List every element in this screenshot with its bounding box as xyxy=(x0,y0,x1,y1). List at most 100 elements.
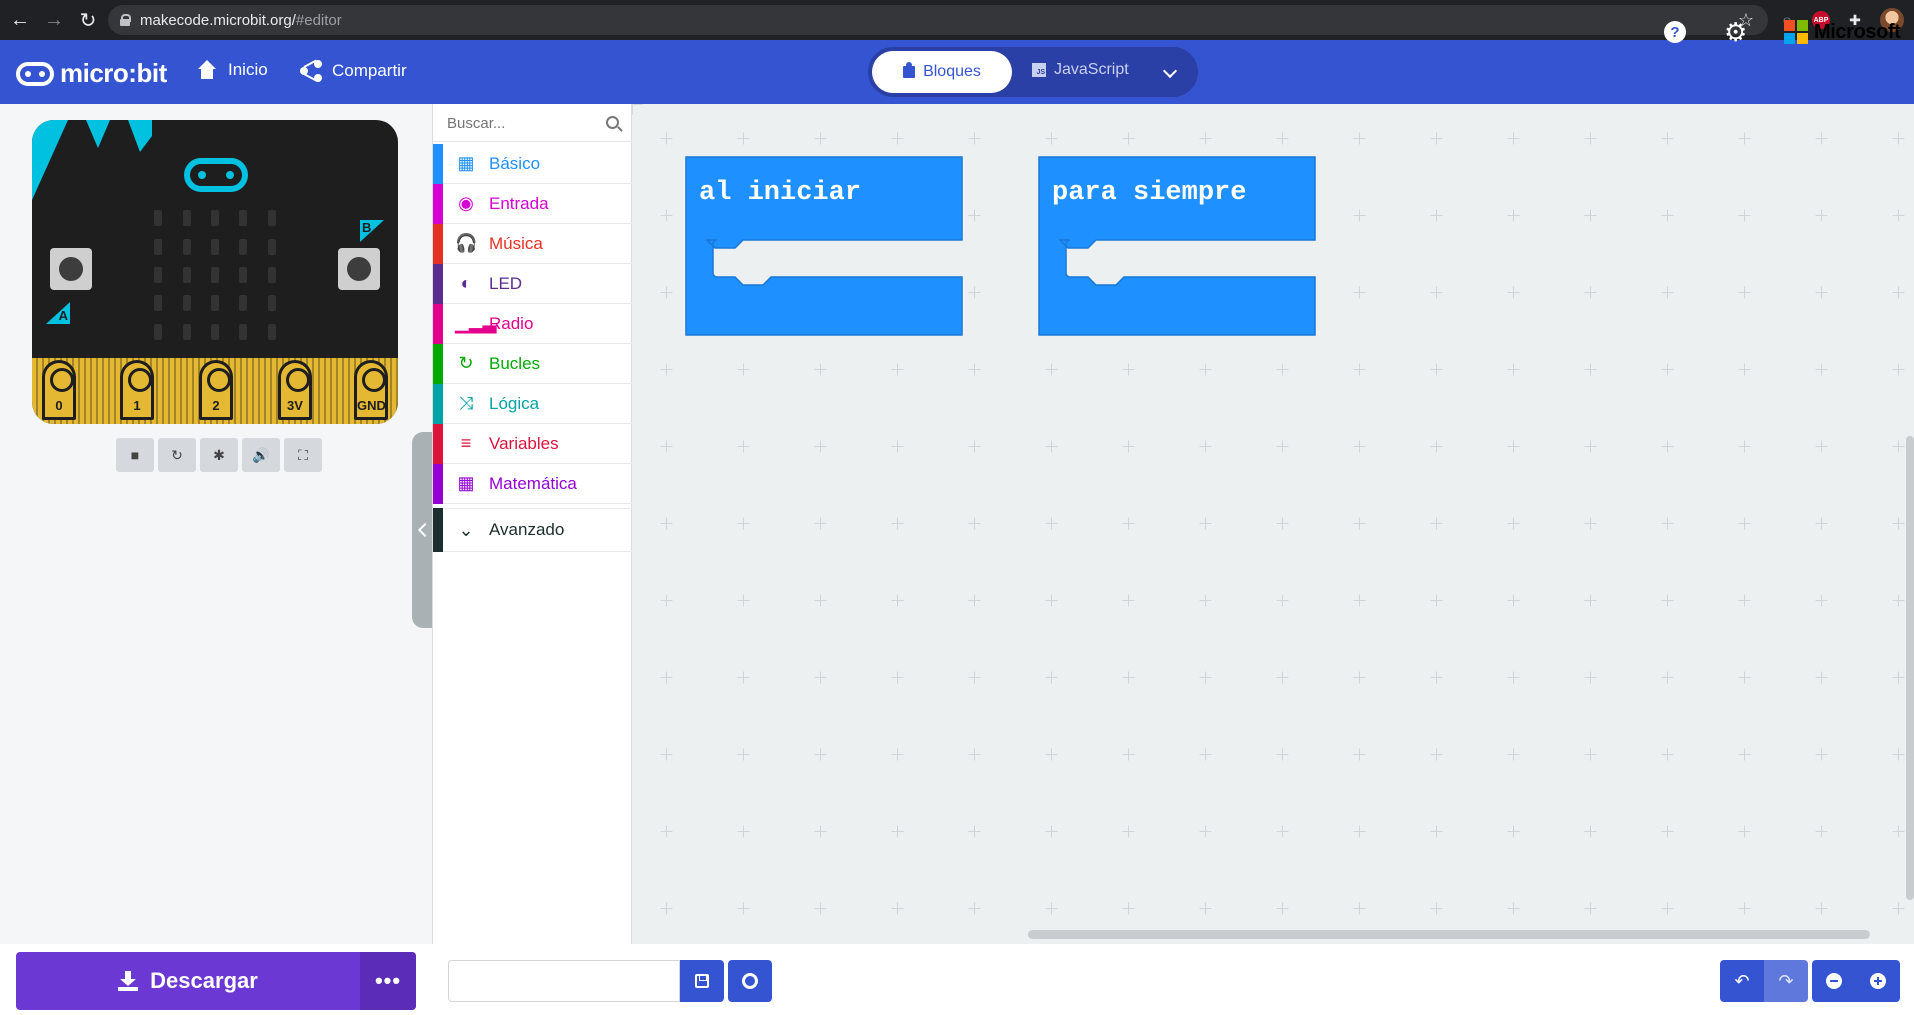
led xyxy=(154,295,163,312)
github-icon xyxy=(742,973,758,989)
search-icon[interactable] xyxy=(606,116,619,129)
save-button[interactable] xyxy=(680,960,724,1002)
toolbox-category-lógica[interactable]: ⤨ Lógica xyxy=(433,383,633,424)
toolbox-category-música[interactable]: 🎧 Música xyxy=(433,223,633,264)
led xyxy=(267,323,276,340)
button-b-label: B xyxy=(360,220,384,242)
collapse-simulator-handle[interactable] xyxy=(412,432,434,628)
pin-3v[interactable]: 3V xyxy=(278,360,312,420)
forward-arrow-icon[interactable]: → xyxy=(40,6,68,34)
redo-button[interactable]: ↷ xyxy=(1764,960,1808,1002)
category-label: Bucles xyxy=(489,353,541,373)
simulator-controls: ■ ↻ ✱ 🔊 ⛶ xyxy=(116,438,322,472)
led xyxy=(182,295,191,312)
toolbox-category-led[interactable]: ◐ LED xyxy=(433,263,633,304)
led xyxy=(182,266,191,283)
restart-icon: ↻ xyxy=(171,446,183,463)
led xyxy=(239,238,248,255)
home-label: Inicio xyxy=(228,60,268,79)
back-arrow-icon[interactable]: ← xyxy=(6,6,34,34)
toolbox-category-bucles[interactable]: ↻ Bucles xyxy=(433,343,633,384)
microbit-logo[interactable]: micro:bit xyxy=(16,58,167,89)
javascript-mode-button[interactable]: JS JavaScript xyxy=(1032,61,1129,79)
microsoft-label: Microsoft xyxy=(1814,20,1901,43)
button-b[interactable] xyxy=(338,248,380,290)
horizontal-scrollbar[interactable] xyxy=(1028,930,1870,939)
button-a[interactable] xyxy=(50,248,92,290)
toolbox-category-matemática[interactable]: ▦ Matemática xyxy=(433,463,633,504)
category-label: Avanzado xyxy=(489,520,565,539)
github-button[interactable] xyxy=(728,960,772,1002)
zoom-in-button[interactable] xyxy=(1856,960,1900,1002)
search-input[interactable] xyxy=(447,112,597,134)
microbit-logo-icon xyxy=(16,61,54,86)
download-button[interactable]: Descargar xyxy=(16,952,360,1010)
zoom-out-button[interactable] xyxy=(1812,960,1856,1002)
address-bar[interactable]: makecode.microbit.org/#editor ☆ xyxy=(108,5,1768,35)
on-start-block[interactable]: al iniciar xyxy=(685,156,963,336)
pin-1[interactable]: 1 xyxy=(120,360,154,420)
category-color-bar xyxy=(433,183,443,224)
undo-redo-group: ↶ ↷ xyxy=(1720,960,1808,1002)
target-icon: ◉ xyxy=(458,193,474,213)
pin-0[interactable]: 0 xyxy=(42,360,76,420)
toolbox-category-variables[interactable]: ≡ Variables xyxy=(433,423,633,464)
toolbox-search xyxy=(433,104,633,142)
led xyxy=(267,266,276,283)
undo-button[interactable]: ↶ xyxy=(1720,960,1764,1002)
led xyxy=(210,295,219,312)
category-color-bar xyxy=(433,263,443,304)
led xyxy=(182,210,191,227)
led xyxy=(154,210,163,227)
download-label: Descargar xyxy=(150,968,258,993)
download-icon xyxy=(118,971,139,991)
pin-2[interactable]: 2 xyxy=(199,360,233,420)
led xyxy=(267,238,276,255)
pin-gnd[interactable]: GND xyxy=(354,360,388,420)
editor-mode-toggle: Bloques JS JavaScript xyxy=(868,47,1198,97)
zoom-in-icon xyxy=(1870,973,1886,989)
loop-icon: ↻ xyxy=(458,353,474,373)
zoom-out-icon xyxy=(1826,973,1842,989)
block-label: para siempre xyxy=(1052,178,1247,208)
url-text[interactable]: makecode.microbit.org/#editor xyxy=(140,12,342,29)
board-logo[interactable] xyxy=(184,158,248,192)
stop-icon: ■ xyxy=(130,447,140,463)
led xyxy=(182,238,191,255)
blocks-workspace[interactable]: al iniciar para siempre xyxy=(632,104,1914,944)
category-color-bar xyxy=(433,143,443,184)
vertical-scrollbar[interactable] xyxy=(1906,436,1914,900)
stop-button[interactable]: ■ xyxy=(116,438,154,472)
microsoft-logo[interactable]: Microsoft xyxy=(1784,20,1901,44)
help-icon[interactable]: ? xyxy=(1664,21,1686,43)
microbit-board[interactable]: A B 0 1 2 3V GND xyxy=(32,120,398,424)
lock-icon[interactable] xyxy=(120,14,131,26)
reload-icon[interactable]: ↻ xyxy=(74,6,102,34)
restart-button[interactable]: ↻ xyxy=(158,438,196,472)
category-color-bar xyxy=(433,223,443,264)
toolbox-category-básico[interactable]: ▦ Básico xyxy=(433,143,633,184)
signal-icon: ▁▂▃ xyxy=(455,313,497,333)
led xyxy=(210,323,219,340)
home-button[interactable]: Inicio xyxy=(196,60,268,80)
forever-block[interactable]: para siempre xyxy=(1038,156,1316,336)
toolbox-category-advanced[interactable]: ⌄ Avanzado xyxy=(433,508,633,552)
chevron-down-icon[interactable] xyxy=(1156,59,1184,87)
debug-button[interactable]: ✱ xyxy=(200,438,238,472)
board-corner-decoration xyxy=(32,120,152,200)
toolbox-category-radio[interactable]: ▁▂▃ Radio xyxy=(433,303,633,344)
fullscreen-button[interactable]: ⛶ xyxy=(284,438,322,472)
gear-icon[interactable]: ⚙ xyxy=(1724,17,1747,48)
project-name-input[interactable] xyxy=(448,960,680,1002)
puzzle-piece-icon xyxy=(903,62,916,78)
led xyxy=(239,266,248,283)
download-group: Descargar ••• xyxy=(16,952,416,1010)
list-icon: ≡ xyxy=(460,433,472,453)
share-button[interactable]: Compartir xyxy=(300,59,407,82)
share-label: Compartir xyxy=(332,61,407,80)
sound-button[interactable]: 🔊 xyxy=(242,438,280,472)
blocks-mode-button[interactable]: Bloques xyxy=(872,51,1012,93)
home-icon xyxy=(196,60,218,80)
toolbox-category-entrada[interactable]: ◉ Entrada xyxy=(433,183,633,224)
download-more-button[interactable]: ••• xyxy=(360,952,416,1010)
